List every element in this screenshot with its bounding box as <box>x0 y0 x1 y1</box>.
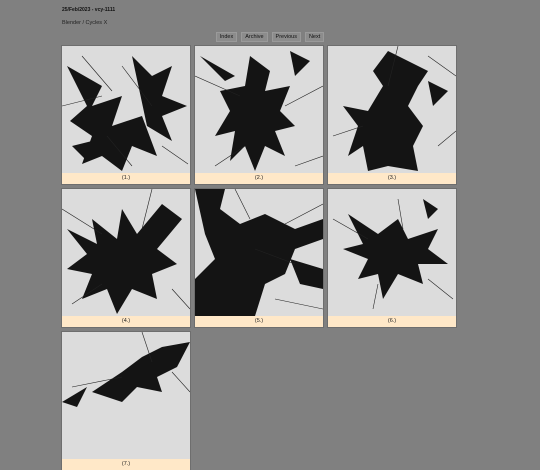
nav-next-link[interactable]: Next <box>304 32 325 42</box>
render-image[interactable] <box>195 46 323 173</box>
nav-previous-link[interactable]: Previous <box>271 32 301 42</box>
gallery-item[interactable]: (1.) <box>62 46 190 184</box>
render-image[interactable] <box>328 46 456 173</box>
image-caption: (3.) <box>387 175 397 181</box>
gallery-item[interactable]: (4.) <box>62 189 190 327</box>
gallery-item[interactable]: (2.) <box>195 46 323 184</box>
nav-index-link[interactable]: Index <box>215 32 238 42</box>
gallery-grid: (1.) (2.) (3.) (4.) (5.) (6.) (7.) <box>62 46 456 470</box>
page-title: 25/Feb/2023 - vcy-1111 <box>62 7 116 13</box>
render-image[interactable] <box>62 189 190 316</box>
render-image[interactable] <box>62 332 190 459</box>
page-subtitle: Blender / Cycles X <box>62 20 108 26</box>
gallery-item[interactable]: (7.) <box>62 332 190 470</box>
image-caption: (4.) <box>121 318 131 324</box>
nav-bar: Index Archive Previous Next <box>0 32 540 42</box>
image-caption: (2.) <box>254 175 264 181</box>
render-image[interactable] <box>195 189 323 316</box>
gallery-item[interactable]: (3.) <box>328 46 456 184</box>
image-caption: (5.) <box>254 318 264 324</box>
image-caption: (1.) <box>121 175 131 181</box>
image-caption: (6.) <box>387 318 397 324</box>
nav-archive-link[interactable]: Archive <box>241 32 268 42</box>
render-image[interactable] <box>328 189 456 316</box>
gallery-item[interactable]: (5.) <box>195 189 323 327</box>
gallery-item[interactable]: (6.) <box>328 189 456 327</box>
render-image[interactable] <box>62 46 190 173</box>
image-caption: (7.) <box>121 461 131 467</box>
